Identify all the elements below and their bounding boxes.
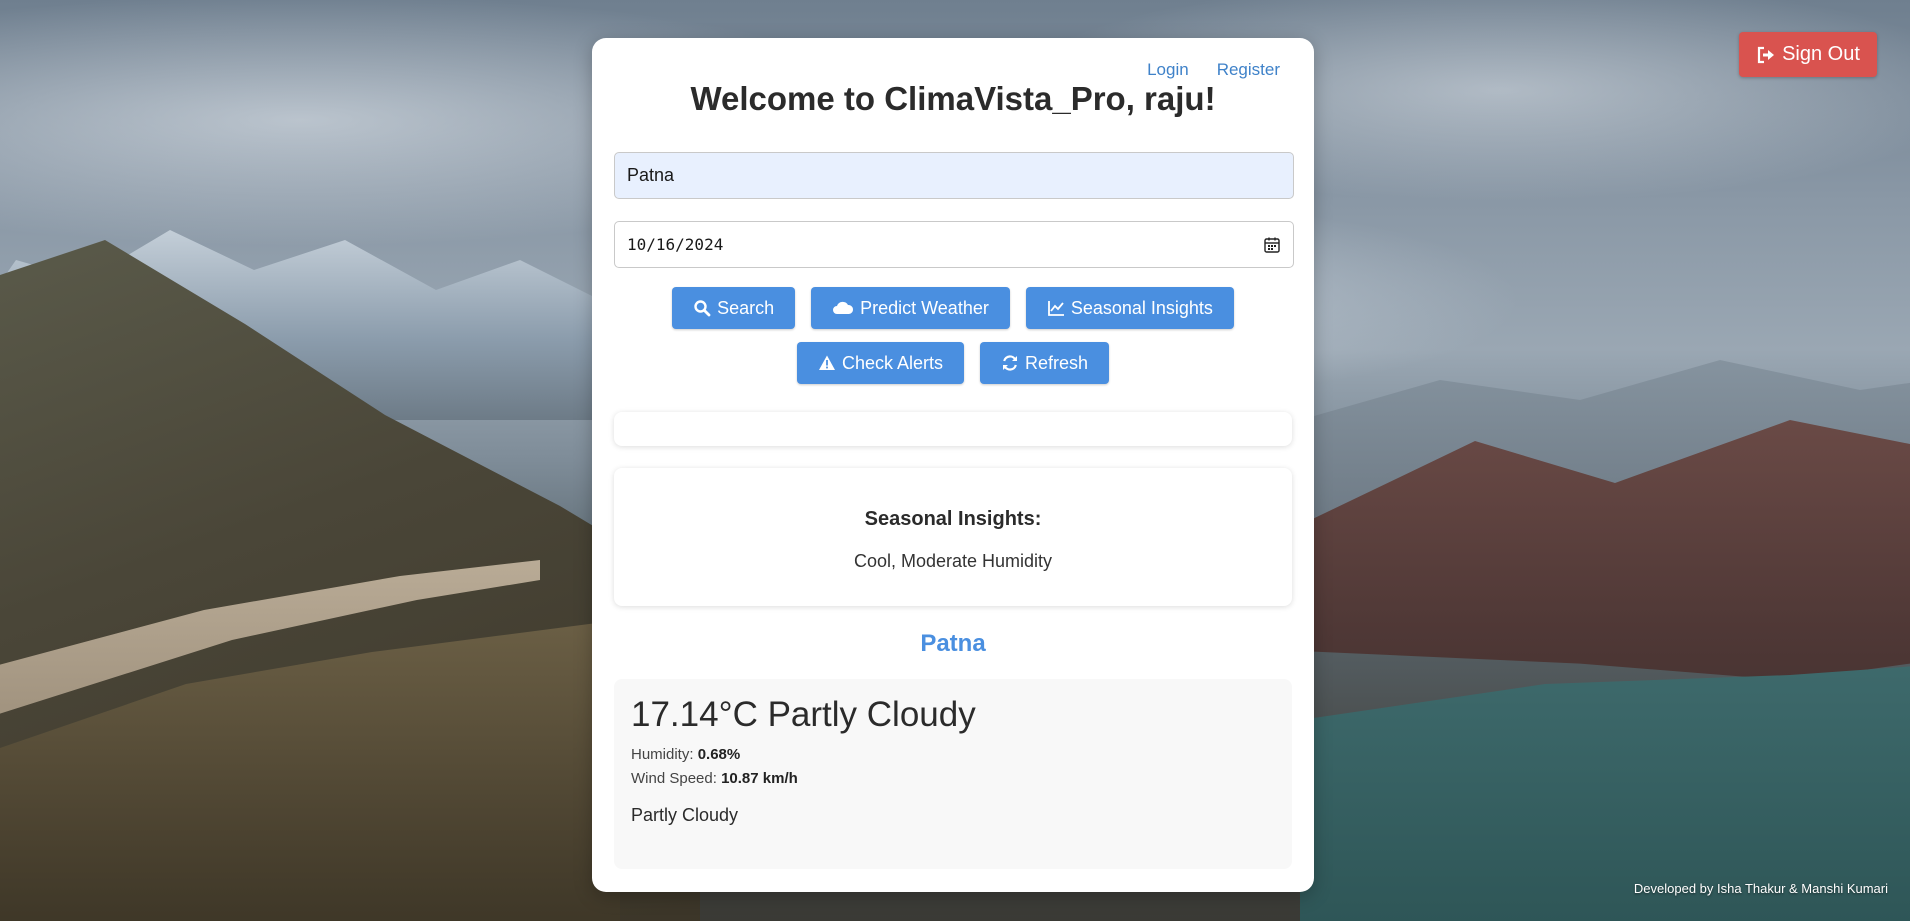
insights-title: Seasonal Insights: xyxy=(864,508,1042,530)
weather-description: Partly Cloudy xyxy=(631,805,739,825)
sign-out-button[interactable]: Sign Out xyxy=(1739,32,1877,77)
city-heading: Patna xyxy=(920,630,986,657)
seasonal-insights-button[interactable]: Seasonal Insights xyxy=(1025,287,1234,329)
search-icon xyxy=(694,300,711,317)
refresh-label: Refresh xyxy=(1025,352,1089,373)
auth-links: Login Register xyxy=(1147,60,1280,80)
predict-weather-label: Predict Weather xyxy=(860,297,989,318)
refresh-icon xyxy=(1003,355,1017,371)
search-button-label: Search xyxy=(717,297,775,318)
predict-weather-button[interactable]: Predict Weather xyxy=(811,287,1010,329)
temperature-condition: 17.14°C Partly Cloudy xyxy=(631,695,976,734)
seasonal-insights-label: Seasonal Insights xyxy=(1070,297,1213,318)
seasonal-insights-panel: Seasonal Insights: Cool, Moderate Humidi… xyxy=(614,468,1292,606)
snowy-mountain xyxy=(0,230,660,420)
check-alerts-button[interactable]: Check Alerts xyxy=(796,342,964,384)
sign-out-icon xyxy=(1757,46,1775,63)
action-row-2: Check Alerts Refresh xyxy=(592,342,1314,384)
sign-out-label: Sign Out xyxy=(1782,43,1860,65)
date-input-value: 10/16/2024 xyxy=(627,235,724,254)
wind-label: Wind Speed: xyxy=(631,770,717,787)
weather-details: Humidity: 0.68% Wind Speed: 10.87 km/h xyxy=(631,743,1275,791)
weather-card: 17.14°C Partly Cloudy Humidity: 0.68% Wi… xyxy=(614,679,1292,869)
check-alerts-label: Check Alerts xyxy=(841,352,943,373)
city-input[interactable]: Patna xyxy=(614,152,1294,199)
wind-value: 10.87 km/h xyxy=(721,770,798,787)
line-chart-icon xyxy=(1047,301,1064,316)
main-card: Login Register Welcome to ClimaVista_Pro… xyxy=(592,38,1314,892)
distant-mountains xyxy=(1300,360,1910,540)
cloud-icon xyxy=(833,301,854,314)
login-link[interactable]: Login xyxy=(1147,60,1189,80)
right-mountains xyxy=(1300,420,1910,681)
humidity-value: 0.68% xyxy=(697,746,741,763)
wind-row: Wind Speed: 10.87 km/h xyxy=(631,767,1275,791)
warning-icon xyxy=(818,355,835,370)
footer-credit: Developed by Isha Thakur & Manshi Kumari xyxy=(1633,881,1888,896)
humidity-row: Humidity: 0.68% xyxy=(631,743,1275,767)
page-title: Welcome to ClimaVista_Pro, raju! xyxy=(690,80,1216,117)
mountain-road xyxy=(0,560,540,720)
refresh-button[interactable]: Refresh xyxy=(980,342,1110,384)
city-input-value: Patna xyxy=(627,165,675,185)
register-link[interactable]: Register xyxy=(1217,60,1280,80)
insights-text: Cool, Moderate Humidity xyxy=(853,551,1053,571)
action-row-1: Search Predict Weather Seasonal Insights xyxy=(592,287,1314,329)
search-button[interactable]: Search xyxy=(672,287,796,329)
calendar-icon[interactable] xyxy=(1263,236,1281,254)
humidity-label: Humidity: xyxy=(631,746,694,763)
alerts-panel xyxy=(614,412,1292,446)
date-input[interactable]: 10/16/2024 xyxy=(614,221,1294,268)
foreground-grass xyxy=(0,620,620,921)
